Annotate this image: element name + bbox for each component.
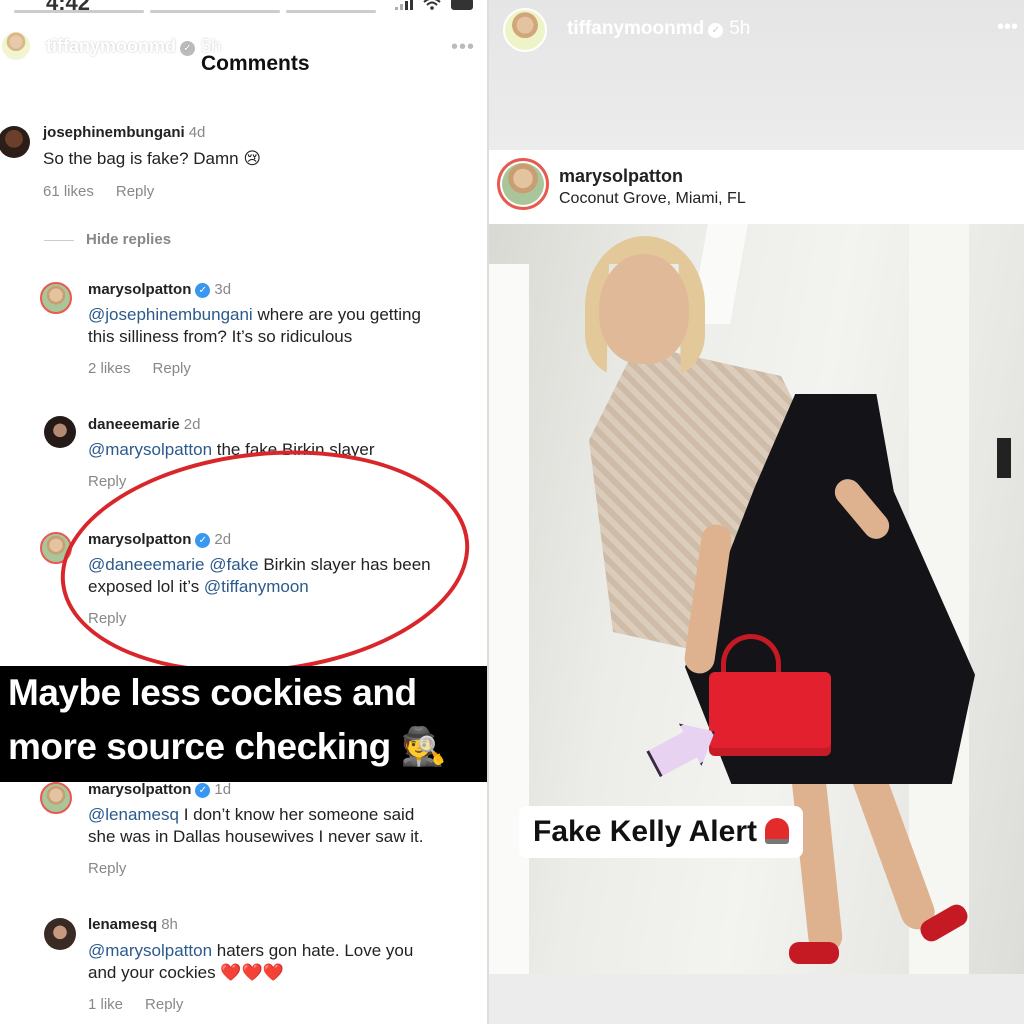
like-count[interactable]: 2 likes [88,360,131,377]
door-hinge [997,438,1011,478]
comment-meta: Reply [88,610,148,627]
verified-badge-icon: ✓ [195,533,211,548]
reply-button[interactable]: Reply [88,610,126,627]
reply-button[interactable]: Reply [145,996,183,1013]
comment-text: this silliness from? It’s so ridiculous [88,327,353,346]
mention-link[interactable]: @daneeemarie [88,555,205,574]
face [599,254,689,364]
fake-kelly-alert-sticker: Fake Kelly Alert [519,806,803,858]
story-avatar[interactable] [0,30,32,62]
comment-meta: 1 like Reply [88,996,205,1013]
story-username[interactable]: tiffanymoonmd ✓ 5h [46,36,221,57]
shared-post-header[interactable]: marysolpatton Coconut Grove, Miami, FL [489,150,1024,224]
comment-meta: Reply [88,473,148,490]
verified-badge-icon: ✓ [708,23,724,38]
sticker-text: Fake Kelly Alert [533,815,757,848]
avatar[interactable] [0,126,30,158]
mention-link[interactable]: @josephinembungani [88,305,253,324]
story-progress-bar [150,10,280,13]
comment-username[interactable]: daneeemarie 2d [88,416,200,433]
more-options-icon[interactable]: ••• [451,36,475,59]
story-avatar[interactable] [503,8,547,52]
comment-username[interactable]: marysolpatton ✓ 2d [88,531,231,548]
comment-age: 2d [183,416,201,433]
more-options-icon[interactable]: ••• [997,16,1018,39]
mention-link[interactable]: @fake [209,555,258,574]
comment-text: @josephinembungani where are you getting [88,305,421,324]
banner-line-2: more source checking 🕵️ [8,726,447,767]
avatar[interactable] [40,282,72,314]
reply-button[interactable]: Reply [116,183,154,200]
comment-age: 4d [188,124,206,141]
comment-age: 1d [214,781,232,798]
comment-text: @lenamesq I don’t know her someone said [88,805,415,824]
comments-title: Comments [201,52,310,75]
story-username-text: tiffanymoonmd [46,36,176,56]
status-time: 4:42 [46,0,91,15]
status-icons [395,0,473,10]
like-count[interactable]: 61 likes [43,183,94,200]
comment-age: 3d [214,281,232,298]
siren-icon [765,818,789,844]
comment-text: So the bag is fake? Damn 😢 [43,149,262,168]
comment-username[interactable]: marysolpatton ✓ 3d [88,281,231,298]
status-bar: 4:42 [0,0,487,18]
reply-button[interactable]: Reply [88,473,126,490]
story-username-text: tiffanymoonmd [567,18,705,39]
comment-text: exposed lol it’s @tiffanymoon [88,577,309,596]
mention-link[interactable]: @marysolpatton [88,941,212,960]
comment-text: @marysolpatton haters gon hate. Love you [88,941,414,960]
reply-button[interactable]: Reply [153,360,191,377]
comment-age: 8h [161,916,178,933]
signal-icon [395,0,413,10]
comment-text: and your cockies ❤️❤️❤️ [88,963,284,982]
like-count[interactable]: 1 like [88,996,123,1013]
mention-link[interactable]: @tiffanymoon [204,577,309,596]
hide-replies-button[interactable]: Hide replies [44,231,171,248]
story-bottom-area [489,974,1024,1024]
avatar[interactable] [40,782,72,814]
story-progress-bar [286,10,376,13]
right-story-panel: tiffanymoonmd ✓ 5h ••• marysolpatton Cocon… [489,0,1024,1024]
post-location[interactable]: Coconut Grove, Miami, FL [559,190,746,208]
comment-meta: Reply [88,860,148,877]
verified-badge-icon: ✓ [195,783,211,798]
wifi-icon [423,0,441,10]
comment-username[interactable]: josephinembungani 4d [43,124,205,141]
verified-badge-icon: ✓ [180,41,195,56]
story-age: 5h [729,18,751,39]
mention-link[interactable]: @lenamesq [88,805,179,824]
battery-icon [451,0,473,10]
comment-text: she was in Dallas housewives I never saw… [88,827,424,846]
banner-line-1: Maybe less cockies and [8,672,417,713]
post-photo: Fake Kelly Alert [489,224,1024,974]
red-handbag [709,672,831,756]
verified-badge-icon: ✓ [195,283,211,298]
comment-username[interactable]: lenamesq 8h [88,916,178,933]
red-shoe [789,942,839,964]
post-avatar[interactable] [497,158,549,210]
caption-banner: Maybe less cockies and more source check… [0,666,487,782]
comment-age: 2d [214,531,232,548]
post-username[interactable]: marysolpatton [559,166,683,187]
comment-text: @marysolpatton the fake Birkin slayer [88,440,375,459]
reply-button[interactable]: Reply [88,860,126,877]
comment-text: @daneeemarie @fake Birkin slayer has bee… [88,555,431,574]
comment-meta: 2 likes Reply [88,360,213,377]
story-username[interactable]: tiffanymoonmd ✓ 5h [567,18,750,40]
avatar[interactable] [40,532,72,564]
left-story-panel: 4:42 tiffanymoonmd ✓ 5h ••• Comments josep… [0,0,487,1024]
mention-link[interactable]: @marysolpatton [88,440,212,459]
comment-username[interactable]: marysolpatton ✓ 1d [88,781,231,798]
avatar[interactable] [44,918,76,950]
avatar[interactable] [44,416,76,448]
door-frame [489,264,529,974]
comment-meta: 61 likes Reply [43,183,176,200]
